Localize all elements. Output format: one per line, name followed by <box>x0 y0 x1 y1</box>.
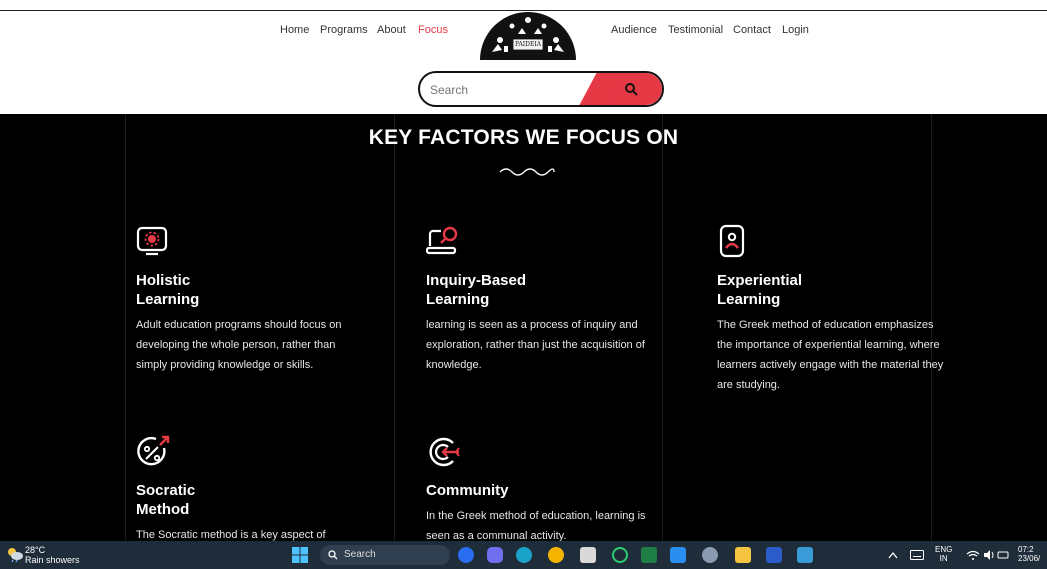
taskbar-search[interactable]: Search <box>320 545 450 565</box>
meet-icon[interactable] <box>487 547 503 563</box>
search-icon <box>328 550 338 560</box>
settings-gear-icon[interactable] <box>702 547 718 563</box>
site-logo[interactable]: PAIDEIA <box>478 6 578 60</box>
percent-arrow-icon <box>137 435 170 466</box>
card-text: In the Greek method of education, learni… <box>426 510 646 541</box>
wifi-volume-battery-icon[interactable] <box>966 549 1010 561</box>
feature-card-holistic: Holistic Learning Adult education program… <box>136 224 366 375</box>
weather-cloud-icon[interactable] <box>6 547 24 563</box>
bing-icon[interactable] <box>458 547 474 563</box>
search-bar <box>418 71 664 107</box>
search-icon <box>625 83 638 96</box>
refresh-app-icon[interactable] <box>612 547 628 563</box>
feature-card-community: Community In the Greek method of educati… <box>426 434 656 541</box>
card-title-line1: Socratic <box>136 482 196 499</box>
card-title-line2: Learning <box>717 291 781 308</box>
chrome-icon[interactable] <box>548 547 564 563</box>
column-divider <box>394 114 395 541</box>
feature-card-socratic: Socratic Method The Socratic method is a … <box>136 434 366 541</box>
card-text: The Socratic method is a key aspect of <box>136 529 326 541</box>
nav-about[interactable]: About <box>377 24 406 36</box>
nav-login[interactable]: Login <box>782 24 809 36</box>
card-title-line2: Method <box>136 501 190 518</box>
weather-widget[interactable]: 28°C Rain showers <box>25 545 80 565</box>
file-explorer-icon[interactable] <box>735 547 751 563</box>
chevron-up-icon[interactable] <box>888 551 898 559</box>
nav-contact[interactable]: Contact <box>733 24 771 36</box>
feature-card-experiential: Experiential Learning The Greek method of… <box>717 224 947 395</box>
lang-secondary: IN <box>939 554 948 563</box>
nav-testimonial[interactable]: Testimonial <box>668 24 723 36</box>
section-title: KEY FACTORS WE FOCUS ON <box>368 126 679 149</box>
laptop-search-icon <box>425 226 458 255</box>
excel-icon[interactable] <box>641 547 657 563</box>
card-text: learning is seen as a process of inquiry… <box>426 319 645 371</box>
search-input[interactable] <box>428 73 602 105</box>
card-title-line1: Experiential <box>717 272 803 289</box>
word-icon[interactable] <box>766 547 782 563</box>
card-title-line1: Holistic <box>136 272 191 289</box>
nav-home[interactable]: Home <box>280 24 309 36</box>
nav-audience[interactable]: Audience <box>611 24 657 36</box>
taskbar-search-label: Search <box>344 549 376 560</box>
column-divider <box>125 114 126 541</box>
edge-icon[interactable] <box>516 547 532 563</box>
clock-time: 07:2 <box>1018 545 1034 554</box>
card-text: The Greek method of education emphasizes… <box>717 319 944 391</box>
logo-emblem-icon <box>480 12 576 60</box>
keyboard-icon[interactable] <box>910 550 924 560</box>
search-button[interactable] <box>602 73 662 105</box>
wave-divider-icon <box>499 168 555 176</box>
os-taskbar: 28°C Rain showers Search ENG IN 07:2 23/… <box>0 541 1047 569</box>
card-title-line1: Community <box>426 482 509 499</box>
clock[interactable]: 07:2 23/06/ <box>1018 545 1040 563</box>
vscode-icon[interactable] <box>670 547 686 563</box>
card-title-line1: Inquiry-Based <box>426 272 527 289</box>
lang-primary: ENG <box>935 545 953 554</box>
feature-card-inquiry: Inquiry-Based Learning learning is seen a… <box>425 224 656 375</box>
nav-focus[interactable]: Focus <box>418 24 448 36</box>
language-indicator[interactable]: ENG IN <box>935 545 952 563</box>
weather-temp: 28°C <box>25 545 46 555</box>
user-badge-icon <box>719 224 745 258</box>
windows-start-icon[interactable] <box>292 547 308 563</box>
card-title-line2: Learning <box>136 291 200 308</box>
weather-desc: Rain showers <box>25 555 80 565</box>
calculator-icon[interactable] <box>580 547 596 563</box>
column-divider <box>662 114 663 541</box>
target-arrow-icon <box>429 437 460 467</box>
main-nav: Home Programs About Focus PAIDEIA Audien… <box>0 0 1047 64</box>
photos-icon[interactable] <box>797 547 813 563</box>
focus-section: KEY FACTORS WE FOCUS ON Holistic Learning… <box>0 114 1047 541</box>
logo-text: PAIDEIA <box>514 41 542 48</box>
nav-programs[interactable]: Programs <box>320 24 368 36</box>
card-text: Adult education programs should focus on… <box>136 319 342 371</box>
clock-date: 23/06/ <box>1018 554 1041 563</box>
card-title-line2: Learning <box>426 291 490 308</box>
monitor-gear-icon <box>136 226 168 256</box>
